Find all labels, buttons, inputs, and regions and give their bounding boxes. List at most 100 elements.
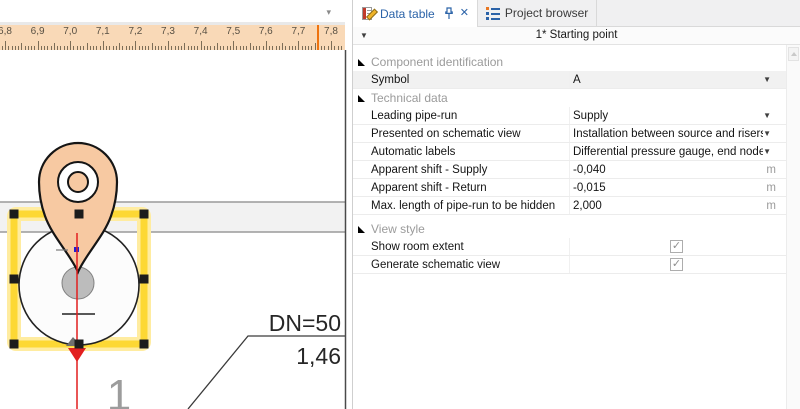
drawing-canvas[interactable]: ▾ 6,86,97,07,17,27,37,47,57,67,77,8 bbox=[0, 0, 352, 409]
pipe-flow-arrow bbox=[68, 348, 86, 362]
selection-handle[interactable] bbox=[140, 210, 149, 219]
horizontal-ruler: 6,86,97,07,17,27,37,47,57,67,77,8 bbox=[0, 22, 345, 50]
property-row: Max. length of pipe-run to be hidden2,00… bbox=[353, 197, 786, 215]
ruler-tick bbox=[315, 43, 316, 50]
property-grid: Component identificationSymbolA▼Technica… bbox=[353, 45, 786, 409]
ruler-label: 6,8 bbox=[0, 26, 12, 37]
property-value-cell[interactable]: A▼ bbox=[569, 71, 786, 88]
unit-label: m bbox=[766, 200, 776, 212]
property-row: SymbolA▼ bbox=[353, 71, 786, 89]
property-value[interactable]: -0,040 bbox=[573, 164, 766, 176]
close-icon[interactable]: ✕ bbox=[460, 8, 469, 19]
dropdown-arrow-icon[interactable]: ▼ bbox=[763, 76, 771, 84]
cursor-position-marker bbox=[317, 25, 319, 50]
ruler-tick bbox=[201, 41, 202, 50]
property-label: Automatic labels bbox=[353, 143, 569, 160]
unit-label: m bbox=[766, 182, 776, 194]
selection-handle[interactable] bbox=[10, 340, 19, 349]
length-label: 1,46 bbox=[296, 343, 341, 369]
property-value[interactable]: Differential pressure gauge, end node, F bbox=[573, 146, 763, 158]
property-value-cell[interactable]: -0,015m bbox=[569, 179, 786, 196]
selection-handle[interactable] bbox=[75, 210, 84, 219]
ruler-tick bbox=[38, 41, 39, 50]
ruler-label: 7,6 bbox=[259, 26, 273, 37]
vertical-scrollbar[interactable] bbox=[786, 45, 800, 409]
ruler-tick bbox=[70, 41, 71, 50]
property-label: Show room extent bbox=[353, 238, 569, 255]
property-label: Apparent shift - Return bbox=[353, 179, 569, 196]
ruler-tick bbox=[282, 43, 283, 50]
ruler-tick bbox=[135, 41, 136, 50]
ruler-tick bbox=[54, 43, 55, 50]
tab-data-table[interactable]: Data table ✕ bbox=[353, 0, 478, 27]
ruler-tick bbox=[217, 43, 218, 50]
toolbar-overflow-icon[interactable]: ▾ bbox=[326, 8, 331, 17]
property-row: Show room extent ✓ bbox=[353, 238, 786, 256]
application-window: ▾ 6,86,97,07,17,27,37,47,57,67,77,8 bbox=[0, 0, 800, 409]
dropdown-arrow-icon[interactable]: ▼ bbox=[763, 130, 771, 138]
property-label: Apparent shift - Supply bbox=[353, 161, 569, 178]
dropdown-arrow-icon[interactable]: ▼ bbox=[763, 112, 771, 120]
ruler-tick bbox=[266, 41, 267, 50]
data-table-icon bbox=[361, 7, 375, 21]
ruler-tick bbox=[168, 41, 169, 50]
checkbox[interactable]: ✓ bbox=[670, 240, 683, 253]
selection-handle[interactable] bbox=[140, 275, 149, 284]
property-group-header[interactable]: Component identification bbox=[353, 53, 786, 71]
ruler-tick bbox=[21, 43, 22, 50]
selection-handle[interactable] bbox=[10, 210, 19, 219]
check-mark-icon: ✓ bbox=[672, 241, 681, 252]
property-value[interactable]: 2,000 bbox=[573, 200, 766, 212]
scroll-up-button[interactable] bbox=[788, 47, 799, 61]
ruler-tick bbox=[119, 43, 120, 50]
ruler-label: 7,0 bbox=[63, 26, 77, 37]
property-label: Symbol bbox=[353, 71, 569, 88]
dropdown-arrow-icon[interactable]: ▼ bbox=[763, 148, 771, 156]
ruler-label: 7,4 bbox=[194, 26, 208, 37]
collapse-triangle-icon bbox=[358, 226, 365, 233]
property-value-cell[interactable]: ✓ bbox=[569, 256, 786, 273]
property-value-cell[interactable]: Supply▼ bbox=[569, 107, 786, 124]
property-value-cell[interactable]: ✓ bbox=[569, 238, 786, 255]
property-label: Generate schematic view bbox=[353, 256, 569, 273]
property-value-cell[interactable]: Differential pressure gauge, end node, F… bbox=[569, 143, 786, 160]
property-group-header[interactable]: View style bbox=[353, 220, 786, 238]
ruler-label: 7,5 bbox=[226, 26, 240, 37]
ruler-label: 7,7 bbox=[291, 26, 305, 37]
property-value[interactable]: Installation between source and risers, … bbox=[573, 128, 763, 140]
property-value-cell[interactable]: Installation between source and risers, … bbox=[569, 125, 786, 142]
selection-header: ▼ 1* Starting point bbox=[353, 27, 800, 45]
checkbox[interactable]: ✓ bbox=[670, 258, 683, 271]
group-label: Technical data bbox=[371, 91, 448, 105]
properties-panel: Data table ✕ Project browser bbox=[352, 0, 800, 409]
check-mark-icon: ✓ bbox=[672, 259, 681, 270]
property-value-cell[interactable]: 2,000m bbox=[569, 197, 786, 214]
draw-area[interactable]: DN=50 1,46 1 bbox=[0, 50, 352, 409]
property-value-cell[interactable]: -0,040m bbox=[569, 161, 786, 178]
property-value[interactable]: -0,015 bbox=[573, 182, 766, 194]
ruler-tick bbox=[87, 43, 88, 50]
property-row: Apparent shift - Return-0,015m bbox=[353, 179, 786, 197]
selection-handle[interactable] bbox=[75, 340, 84, 349]
selection-handle[interactable] bbox=[10, 275, 19, 284]
project-browser-icon bbox=[486, 6, 500, 20]
property-label: Leading pipe-run bbox=[353, 107, 569, 124]
dn-label: DN=50 bbox=[269, 310, 341, 336]
group-label: Component identification bbox=[371, 55, 503, 69]
property-value[interactable]: A bbox=[573, 74, 763, 86]
pin-icon[interactable] bbox=[444, 7, 454, 20]
property-value[interactable]: Supply bbox=[573, 110, 763, 122]
property-label: Presented on schematic view bbox=[353, 125, 569, 142]
tab-project-browser[interactable]: Project browser bbox=[478, 0, 597, 26]
group-label: View style bbox=[371, 222, 425, 236]
tab-label: Data table bbox=[380, 7, 435, 21]
ruler-label: 7,3 bbox=[161, 26, 175, 37]
ruler-tick bbox=[331, 41, 332, 50]
property-group-header[interactable]: Technical data bbox=[353, 89, 786, 107]
panel-tab-bar: Data table ✕ Project browser bbox=[353, 0, 800, 27]
selection-handle[interactable] bbox=[140, 340, 149, 349]
collapse-triangle-icon bbox=[358, 59, 365, 66]
property-row: Automatic labelsDifferential pressure ga… bbox=[353, 143, 786, 161]
ruler-label: 7,1 bbox=[96, 26, 110, 37]
ruler-tick bbox=[233, 41, 234, 50]
